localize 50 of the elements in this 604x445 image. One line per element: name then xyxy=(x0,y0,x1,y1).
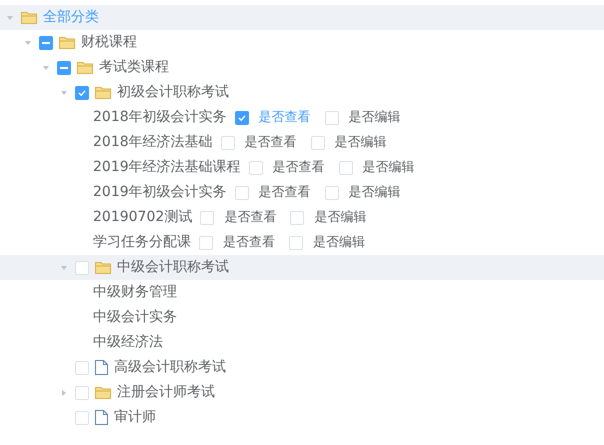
node-label: 全部分类 xyxy=(43,8,99,27)
node-label: 财税课程 xyxy=(81,33,137,52)
permission-label: 是否编辑 xyxy=(313,234,365,252)
tree-row[interactable]: 中级会计职称考试 xyxy=(0,255,604,280)
file-icon xyxy=(95,410,108,425)
folder-icon xyxy=(59,36,75,49)
course-name: 2018年初级会计实务 xyxy=(93,108,227,127)
caret-right-icon[interactable] xyxy=(60,388,68,396)
caret-down-icon[interactable] xyxy=(6,14,14,22)
file-icon xyxy=(95,360,108,375)
permission-label: 是否查看 xyxy=(223,234,275,252)
check-icon xyxy=(236,112,247,122)
folder-icon xyxy=(95,86,111,99)
checkbox[interactable] xyxy=(39,36,53,50)
check-icon xyxy=(77,88,87,98)
permission-label: 是否查看 xyxy=(258,184,311,202)
checkbox[interactable] xyxy=(234,110,249,124)
course-name: 中级财务管理 xyxy=(93,283,177,302)
caret-down-icon[interactable] xyxy=(60,88,68,96)
course-name: 2019年初级会计实务 xyxy=(93,183,227,202)
caret-down-icon[interactable] xyxy=(42,64,50,72)
checkbox[interactable] xyxy=(57,60,71,74)
node-label: 考试类课程 xyxy=(99,58,169,77)
permission-label: 是否编辑 xyxy=(348,108,401,127)
node-label: 中级会计职称考试 xyxy=(117,258,229,277)
course-name: 20190702测试 xyxy=(93,208,192,227)
course-name: 中级会计实务 xyxy=(93,308,177,327)
folder-icon xyxy=(77,61,93,74)
course-name: 2019年经济法基础课程 xyxy=(93,158,241,177)
caret-down-icon[interactable] xyxy=(60,264,68,272)
permission-label: 是否编辑 xyxy=(348,184,401,202)
checkbox[interactable] xyxy=(75,86,89,100)
permission-label: 是否编辑 xyxy=(334,134,387,152)
folder-icon xyxy=(95,386,111,399)
course-name: 2018年经济法基础 xyxy=(93,133,213,152)
permission-label: 是否编辑 xyxy=(362,158,415,177)
node-label: 审计师 xyxy=(114,408,156,427)
permission-label: 是否查看 xyxy=(244,134,297,152)
course-name: 学习任务分配课 xyxy=(93,233,191,252)
folder-icon xyxy=(95,261,111,274)
node-label: 高级会计职称考试 xyxy=(114,358,226,377)
node-label: 注册会计师考试 xyxy=(117,383,215,402)
permission-label: 是否查看 xyxy=(224,208,276,227)
permission-label: 是否编辑 xyxy=(314,208,366,227)
caret-down-icon[interactable] xyxy=(24,38,32,46)
permission-label: 是否查看 xyxy=(272,158,325,177)
node-label: 初级会计职称考试 xyxy=(117,83,229,102)
permission-label: 是否查看 xyxy=(258,108,311,127)
course-name: 中级经济法 xyxy=(93,333,163,352)
folder-icon xyxy=(21,11,37,24)
